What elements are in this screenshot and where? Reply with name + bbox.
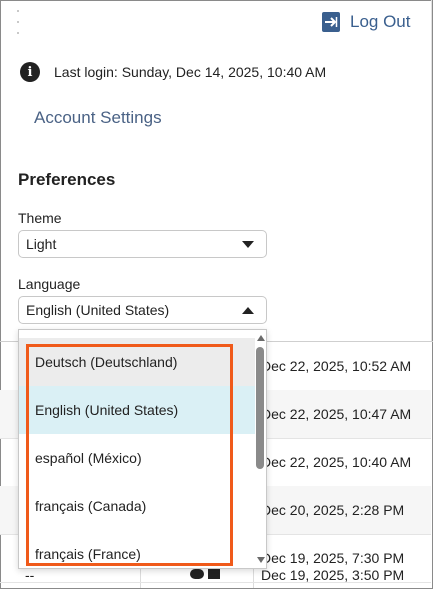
scroll-down-arrow-icon[interactable] [257,557,265,563]
language-option-english-us[interactable]: English (United States) [19,386,255,434]
device-icons [190,569,220,579]
language-option-francais-canada[interactable]: français (Canada) [19,482,255,530]
drag-handle [17,10,20,43]
account-settings-link[interactable]: Account Settings [34,108,162,128]
monitor-icon [208,569,220,579]
last-login-text: Last login: Sunday, Dec 14, 2025, 10:40 … [54,64,327,80]
language-select[interactable]: English (United States) [18,296,267,324]
table-row[interactable]: -- Dec 19, 2025, 3:50 PM [0,566,431,588]
row-date: Dec 20, 2025, 2:28 PM [261,502,405,518]
row-date: Dec 22, 2025, 10:47 AM [261,406,412,422]
language-option-espanol-mexico[interactable]: español (México) [19,434,255,482]
scroll-up-arrow-icon[interactable] [257,335,265,341]
last-login-info: i Last login: Sunday, Dec 14, 2025, 10:4… [20,62,326,82]
scrollbar-thumb[interactable] [256,347,264,469]
logout-button[interactable]: Log Out [322,11,411,33]
panel-edge [431,0,432,341]
language-value: English (United States) [26,302,170,318]
language-option-deutsch[interactable]: Deutsch (Deutschland) [19,338,255,386]
logout-icon [322,12,340,32]
row-date: Dec 22, 2025, 10:52 AM [261,358,412,374]
chevron-down-icon [242,240,254,248]
preferences-heading: Preferences [18,170,116,189]
language-dropdown-list[interactable]: Deutsch (Deutschland) English (United St… [18,329,267,569]
row-date: Dec 19, 2025, 3:50 PM [261,567,405,583]
logout-label: Log Out [350,12,411,31]
theme-value: Light [26,236,57,252]
browser-icon [190,569,204,579]
row-date: Dec 22, 2025, 10:40 AM [261,454,412,470]
row-first-cell: -- [25,567,35,583]
theme-label: Theme [18,210,62,226]
info-icon: i [20,62,40,82]
language-label: Language [18,276,81,292]
language-option-francais-france[interactable]: français (France) [19,530,255,568]
theme-select[interactable]: Light [18,230,267,258]
chevron-up-icon [242,306,254,314]
